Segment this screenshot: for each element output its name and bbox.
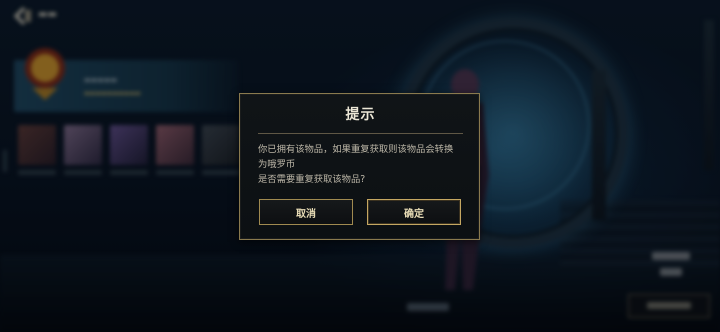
dialog-title: 提示 [345, 107, 376, 123]
dialog-divider [258, 133, 463, 134]
dialog-message: 你已拥有该物品，如果重复获取则该物品会转换 为哦罗币 是否需要重复获取该物品? [258, 142, 470, 187]
game-screen: ▬▬ ▬▬▬▬▬ ▬▬▬▬▬▬▬▬▬▬ 提示 你已拥有该物品，如果重复获取则该物… [0, 0, 720, 332]
dialog-message-line: 你已拥有该物品，如果重复获取则该物品会转换 [258, 144, 454, 155]
dialog-message-line: 为哦罗币 [258, 159, 296, 170]
cancel-button[interactable]: 取消 [259, 199, 353, 225]
dialog-message-line: 是否需要重复获取该物品? [258, 174, 366, 185]
confirm-dialog: 提示 你已拥有该物品，如果重复获取则该物品会转换 为哦罗币 是否需要重复获取该物… [239, 93, 480, 240]
confirm-button[interactable]: 确定 [367, 199, 461, 225]
